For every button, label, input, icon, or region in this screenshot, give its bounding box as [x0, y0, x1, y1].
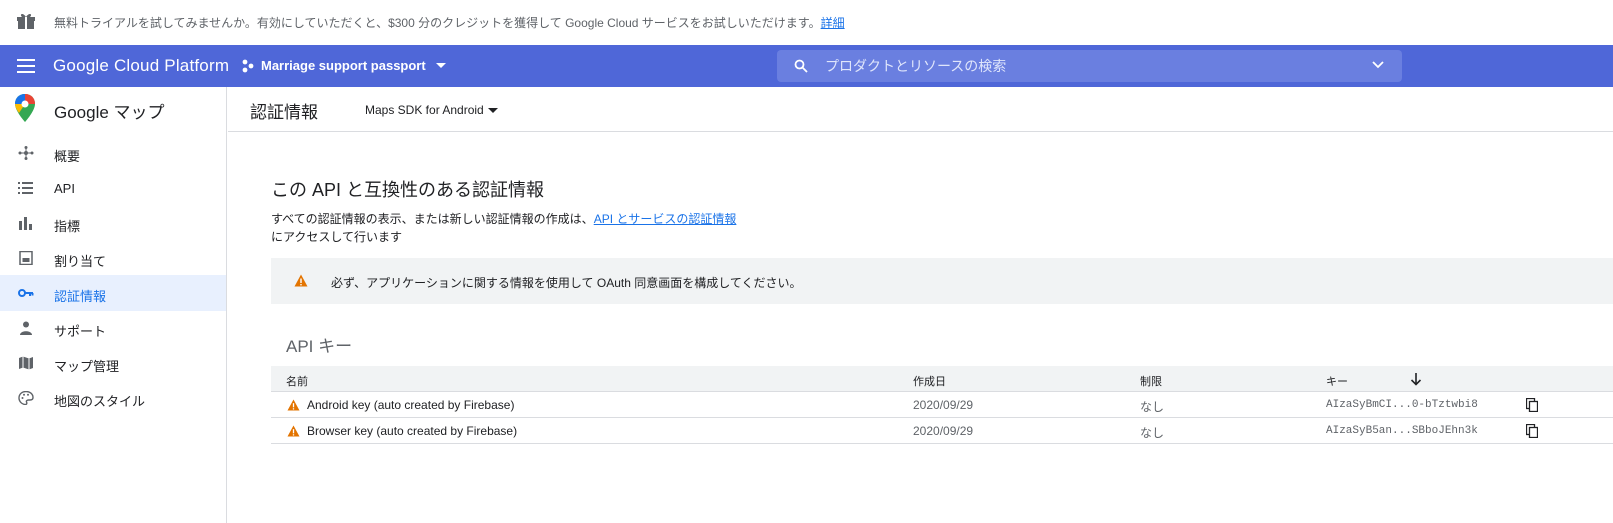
- sidebar-item-credentials[interactable]: 認証情報: [0, 275, 226, 311]
- google-maps-logo-icon: [15, 94, 35, 122]
- column-header-key[interactable]: キー: [1326, 373, 1348, 389]
- map-icon: [19, 356, 33, 370]
- overview-icon: [18, 146, 34, 160]
- api-key-value: AIzaSyB5an...SBboJEhn3k: [1326, 425, 1478, 437]
- top-app-bar: Google Cloud Platform Marriage support p…: [0, 45, 1613, 87]
- project-dots-icon: [242, 59, 254, 72]
- api-key-value: AIzaSyBmCI...0-bTztwbi8: [1326, 399, 1478, 411]
- quota-icon: [19, 251, 33, 265]
- warning-icon: [287, 425, 300, 437]
- created-date: 2020/09/29: [913, 424, 974, 438]
- page-title: 認証情報: [250, 103, 318, 122]
- sidebar-item-label: 認証情報: [54, 289, 107, 304]
- promo-text: 無料トライアルを試してみませんか。有効にしていただくと、$300 分のクレジット…: [54, 16, 821, 30]
- table-row: Browser key (auto created by Firebase) 2…: [271, 418, 1613, 444]
- search-input[interactable]: [825, 56, 1325, 76]
- warning-icon: [294, 274, 308, 287]
- section-heading: この API と互換性のある認証情報: [271, 180, 545, 200]
- api-selector[interactable]: Maps SDK for Android: [365, 103, 498, 117]
- warning-banner: 必ず、アプリケーションに関する情報を使用して OAuth 同意画面を構成してくだ…: [271, 258, 1613, 304]
- created-date: 2020/09/29: [913, 398, 974, 412]
- sidebar-item-label: API: [54, 181, 75, 196]
- table-header: 名前 作成日 制限 キー: [271, 366, 1613, 392]
- palette-icon: [18, 391, 34, 405]
- sidebar-item-metrics[interactable]: 指標: [0, 205, 226, 241]
- warning-text: 必ず、アプリケーションに関する情報を使用して OAuth 同意画面を構成してくだ…: [331, 276, 802, 290]
- project-selector[interactable]: Marriage support passport: [241, 58, 446, 73]
- restriction-value: なし: [1140, 400, 1165, 414]
- sidebar-item-label: 概要: [54, 149, 81, 164]
- sidebar-item-label: 割り当て: [54, 254, 107, 269]
- copy-icon[interactable]: [1526, 424, 1538, 438]
- search-bar[interactable]: [777, 50, 1402, 82]
- sidebar-item-quotas[interactable]: 割り当て: [0, 240, 226, 276]
- sidebar-item-label: 地図のスタイル: [54, 394, 146, 409]
- product-name[interactable]: Google Cloud Platform: [53, 56, 229, 76]
- caret-down-icon: [487, 107, 498, 113]
- list-icon: [18, 182, 33, 194]
- column-header-name[interactable]: 名前: [286, 373, 308, 389]
- promo-bar: 無料トライアルを試してみませんか。有効にしていただくと、$300 分のクレジット…: [0, 0, 1613, 45]
- key-name-link[interactable]: Browser key (auto created by Firebase): [307, 424, 517, 438]
- sidebar-item-overview[interactable]: 概要: [0, 135, 226, 171]
- content-header: 認証情報 Maps SDK for Android: [228, 87, 1613, 132]
- sidebar-title: Google マップ: [54, 103, 165, 122]
- bar-chart-icon: [19, 217, 32, 230]
- search-icon: [794, 59, 808, 73]
- sidebar-item-label: サポート: [54, 324, 107, 339]
- sidebar: Google マップ 概要 API 指標 割り当て 認証情報 サポート マップ管…: [0, 87, 227, 523]
- description-text: すべての認証情報の表示、または新しい認証情報の作成は、: [271, 212, 594, 226]
- description-suffix: にアクセスして行います: [271, 230, 403, 244]
- chevron-down-icon[interactable]: [1372, 61, 1384, 69]
- key-icon: [18, 289, 34, 297]
- project-name: Marriage support passport: [261, 58, 426, 73]
- sort-arrow-down-icon[interactable]: [1410, 372, 1422, 386]
- caret-down-icon: [435, 63, 446, 68]
- sidebar-item-label: マップ管理: [54, 359, 120, 374]
- person-icon: [20, 321, 32, 335]
- column-header-restriction[interactable]: 制限: [1140, 373, 1162, 389]
- sidebar-header: Google マップ: [0, 87, 227, 132]
- table-row: Android key (auto created by Firebase) 2…: [271, 392, 1613, 418]
- restriction-value: なし: [1140, 426, 1165, 440]
- sidebar-item-api[interactable]: API: [0, 170, 226, 206]
- column-header-created[interactable]: 作成日: [913, 373, 946, 389]
- credentials-link[interactable]: API とサービスの認証情報: [594, 212, 737, 226]
- sidebar-item-support[interactable]: サポート: [0, 310, 226, 346]
- copy-icon[interactable]: [1526, 398, 1538, 412]
- api-selector-label: Maps SDK for Android: [365, 103, 484, 117]
- sidebar-item-map-management[interactable]: マップ管理: [0, 345, 226, 381]
- sidebar-item-map-styles[interactable]: 地図のスタイル: [0, 380, 226, 416]
- menu-icon[interactable]: [17, 59, 35, 73]
- gift-icon: [17, 13, 35, 29]
- promo-details-link[interactable]: 詳細: [821, 16, 845, 30]
- warning-icon: [287, 399, 300, 411]
- api-keys-title: API キー: [286, 337, 353, 356]
- key-name-link[interactable]: Android key (auto created by Firebase): [307, 398, 514, 412]
- sidebar-item-label: 指標: [54, 219, 81, 234]
- description: すべての認証情報の表示、または新しい認証情報の作成は、API とサービスの認証情…: [271, 210, 736, 227]
